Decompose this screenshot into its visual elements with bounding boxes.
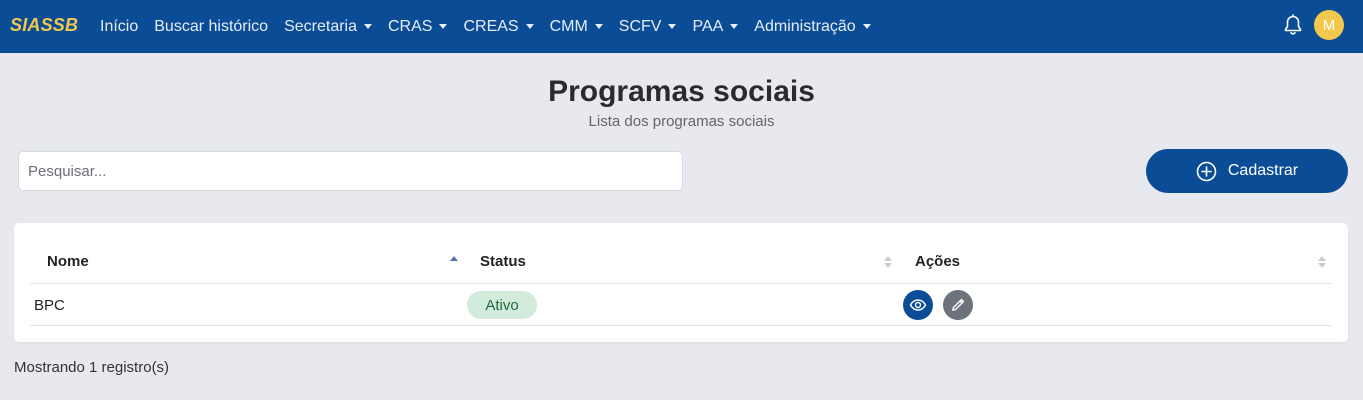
caret-down-icon	[525, 24, 534, 29]
records-count: Mostrando 1 registro(s)	[14, 359, 170, 376]
header-divider	[30, 283, 1332, 284]
nav-item-label: CMM	[549, 17, 588, 35]
caret-down-icon	[668, 24, 677, 29]
column-header-nome[interactable]: Nome	[47, 253, 89, 270]
caret-down-icon	[364, 24, 372, 29]
plus-circle-icon	[1196, 161, 1217, 181]
cell-nome: BPC	[34, 297, 65, 314]
nav-item-label: Início	[100, 17, 139, 35]
programs-table: Nome Status Ações BPC Ativo	[14, 223, 1348, 342]
nav-item-cras[interactable]: CRAS	[388, 17, 448, 36]
nav-item-creas[interactable]: CREAS	[463, 17, 534, 36]
nav-item-cmm[interactable]: CMM	[550, 18, 603, 36]
nav-item-paa[interactable]: PAA	[692, 17, 739, 36]
user-avatar[interactable]: M	[1314, 10, 1344, 40]
nav-menu: Início Buscar histórico Secretaria CRAS …	[100, 0, 887, 53]
caret-down-icon	[594, 24, 603, 29]
nav-item-label: CRAS	[388, 17, 433, 35]
nav-item-label: Buscar histórico	[154, 17, 269, 35]
caret-down-icon	[862, 24, 871, 29]
page-subtitle: Lista dos programas sociais	[588, 113, 775, 130]
nav-item-administracao[interactable]: Administração	[754, 17, 871, 36]
nav-item-label: PAA	[692, 17, 724, 35]
nav-item-label: SCFV	[618, 17, 662, 35]
top-navbar: SIASSB Início Buscar histórico Secretari…	[0, 0, 1363, 53]
search-input[interactable]	[18, 151, 683, 191]
status-badge: Ativo	[467, 291, 537, 319]
edit-button[interactable]	[943, 290, 973, 320]
pencil-icon	[952, 298, 965, 311]
row-divider	[30, 325, 1332, 326]
column-header-acoes[interactable]: Ações	[915, 253, 960, 270]
sort-asc-icon[interactable]	[450, 254, 458, 270]
nav-item-inicio[interactable]: Início	[100, 18, 138, 36]
nav-item-label: CREAS	[463, 17, 519, 35]
eye-icon	[909, 299, 927, 311]
nav-item-label: Administração	[754, 17, 856, 35]
brand-logo[interactable]: SIASSB	[10, 15, 78, 36]
sort-icon[interactable]	[884, 254, 892, 270]
nav-item-scfv[interactable]: SCFV	[619, 18, 677, 36]
sort-icon[interactable]	[1318, 254, 1326, 270]
nav-item-buscar-historico[interactable]: Buscar histórico	[154, 18, 268, 36]
nav-item-label: Secretaria	[284, 17, 357, 35]
column-header-status[interactable]: Status	[480, 253, 526, 270]
nav-item-secretaria[interactable]: Secretaria	[284, 18, 372, 36]
cadastrar-button[interactable]: Cadastrar	[1146, 149, 1348, 193]
caret-down-icon	[439, 24, 448, 29]
bell-icon[interactable]	[1283, 14, 1303, 36]
caret-down-icon	[730, 24, 739, 29]
view-button[interactable]	[903, 290, 933, 320]
page-title: Programas sociais	[548, 75, 815, 108]
cadastrar-button-label: Cadastrar	[1227, 162, 1299, 179]
